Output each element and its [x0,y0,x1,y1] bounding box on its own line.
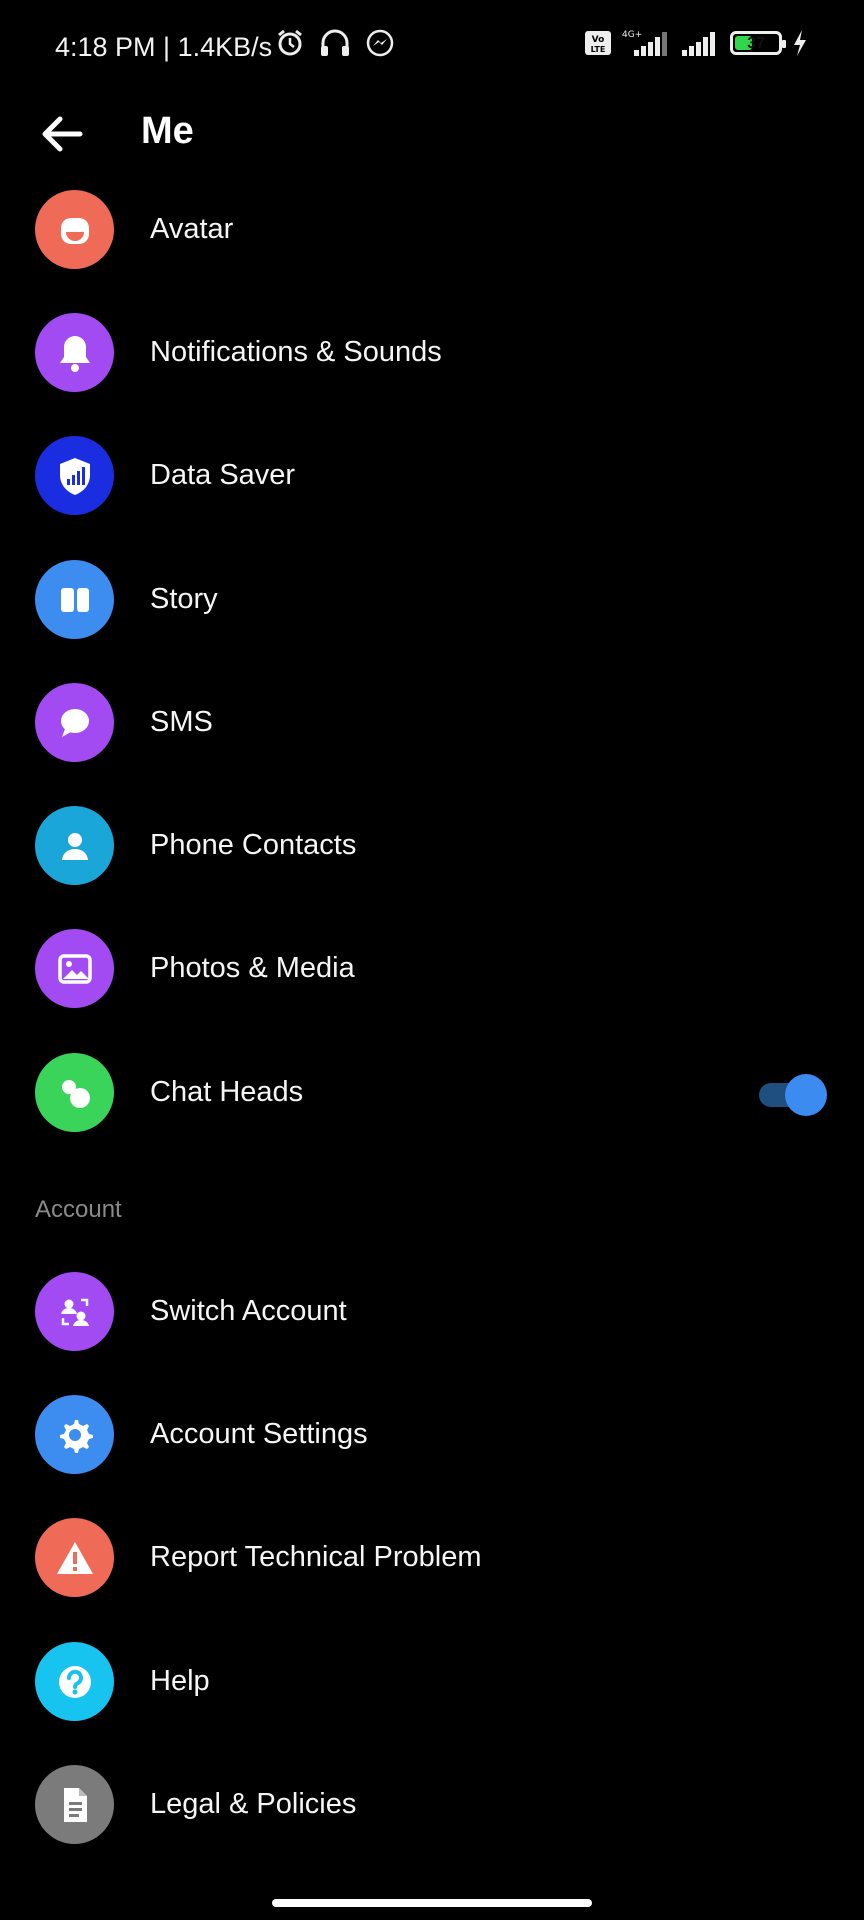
photo-icon [35,929,114,1008]
menu-item-account-settings[interactable]: Account Settings [0,1385,864,1485]
back-arrow-icon [42,116,83,152]
document-icon [35,1765,114,1844]
gear-icon [35,1395,114,1474]
headphones-icon [319,28,351,58]
chat-heads-icon [35,1053,114,1132]
svg-text:Vo: Vo [592,35,605,45]
menu-item-notifications-sounds[interactable]: Notifications & Sounds [0,303,864,403]
signal-icon [680,28,720,58]
menu-item-chat-heads[interactable]: Chat Heads [0,1043,864,1143]
menu-item-label: Story [150,583,218,615]
menu-item-label: Photos & Media [150,952,355,984]
menu-item-switch-account[interactable]: Switch Account [0,1262,864,1362]
status-icons-right: Vo LTE 4G+ 37 [584,28,808,58]
volte-icon: Vo LTE [584,29,612,57]
switch-account-icon [35,1272,114,1351]
help-icon [35,1642,114,1721]
menu-item-label: SMS [150,706,213,738]
account-section-header: Account [35,1196,122,1223]
chat-heads-toggle[interactable] [757,1074,827,1116]
warning-icon [35,1518,114,1597]
story-icon [35,560,114,639]
menu-item-label: Avatar [150,213,234,245]
svg-text:LTE: LTE [591,45,606,54]
status-time: 4:18 PM | 1.4KB/s [55,32,273,62]
avatar-icon [35,190,114,269]
svg-text:4G+: 4G+ [622,30,642,40]
page-title: Me [141,110,194,152]
bell-icon [35,313,114,392]
back-button[interactable] [38,114,84,154]
menu-item-help[interactable]: Help [0,1632,864,1732]
chat-bubble-icon [35,683,114,762]
menu-item-label: Switch Account [150,1295,347,1327]
menu-item-data-saver[interactable]: Data Saver [0,426,864,526]
status-bar: 4:18 PM | 1.4KB/s Vo LTE 4G+ 37 [0,0,864,96]
toggle-thumb [785,1074,827,1116]
menu-item-sms[interactable]: SMS [0,673,864,773]
messenger-icon [365,28,395,58]
menu-item-report-technical-problem[interactable]: Report Technical Problem [0,1508,864,1608]
alarm-icon [275,28,305,58]
menu-item-label: Report Technical Problem [150,1541,482,1573]
menu-item-story[interactable]: Story [0,550,864,650]
menu-item-phone-contacts[interactable]: Phone Contacts [0,796,864,896]
menu-item-label: Help [150,1665,210,1697]
battery-icon: 37 [730,31,786,55]
shield-signal-icon [35,436,114,515]
menu-item-legal-policies[interactable]: Legal & Policies [0,1755,864,1855]
menu-item-label: Chat Heads [150,1076,304,1108]
menu-item-photos-media[interactable]: Photos & Media [0,919,864,1019]
signal-4g-icon: 4G+ [622,28,670,58]
home-indicator[interactable] [272,1899,592,1907]
battery-level: 37 [747,35,765,52]
menu-item-avatar[interactable]: Avatar [0,180,864,280]
phone-contacts-icon [35,806,114,885]
menu-item-label: Notifications & Sounds [150,336,442,368]
menu-item-label: Data Saver [150,459,296,491]
charging-icon [792,29,808,57]
menu-item-label: Phone Contacts [150,829,357,861]
menu-item-label: Account Settings [150,1418,368,1450]
app-bar: Me [0,96,864,172]
menu-item-label: Legal & Policies [150,1788,357,1820]
status-icons-left [275,28,395,58]
